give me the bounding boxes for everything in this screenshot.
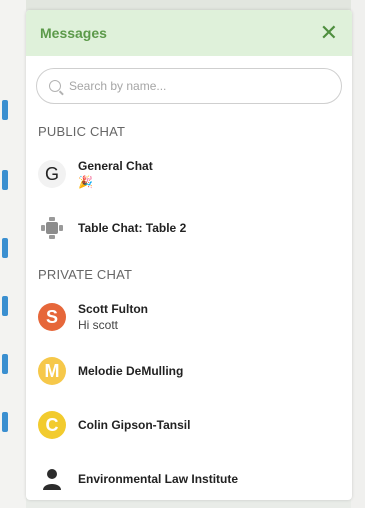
search-placeholder: Search by name... (69, 79, 167, 93)
chat-item-text: Colin Gipson-Tansil (78, 418, 190, 432)
avatar-letter: S (45, 306, 58, 327)
avatar: M (38, 357, 66, 385)
background-marker (2, 412, 8, 432)
search-input[interactable]: Search by name... (36, 68, 342, 104)
background-marker (2, 296, 8, 316)
chat-name: General Chat (78, 159, 153, 173)
avatar-letter: C (45, 414, 59, 435)
chat-name: Scott Fulton (78, 302, 148, 316)
chat-item-text: General Chat 🎉 (78, 159, 153, 189)
chat-item-table[interactable]: Table Chat: Table 2 (26, 201, 352, 255)
avatar-letter: M (44, 360, 60, 381)
panel-header: Messages ✕ (26, 10, 352, 56)
chat-name: Table Chat: Table 2 (78, 221, 187, 235)
chat-preview: 🎉 (78, 175, 93, 189)
chat-name: Colin Gipson-Tansil (78, 418, 191, 432)
background-marker (2, 238, 8, 258)
chat-preview: Hi scott (78, 318, 119, 332)
section-title-public: PUBLIC CHAT (38, 124, 126, 139)
chat-item-text: Environmental Law Institute (78, 472, 238, 486)
avatar: G (38, 160, 66, 188)
chat-item-text: Melodie DeMulling (78, 364, 183, 378)
search-icon (49, 80, 61, 92)
avatar: S (38, 303, 66, 331)
section-title-private: PRIVATE CHAT (38, 267, 133, 282)
background-top (0, 0, 365, 10)
chat-item-scott[interactable]: S Scott Fulton Hi scott (26, 290, 352, 344)
chat-item-general[interactable]: G General Chat 🎉 (26, 147, 352, 201)
chat-item-text: Scott Fulton Hi scott (78, 302, 148, 332)
avatar-letter: G (44, 163, 59, 184)
background-marker (2, 170, 8, 190)
close-icon[interactable]: ✕ (320, 22, 338, 44)
messages-panel: Messages ✕ Search by name... PUBLIC CHAT… (26, 10, 352, 500)
chat-name: Melodie DeMulling (78, 364, 184, 378)
avatar: C (38, 411, 66, 439)
person-icon (38, 465, 66, 493)
table-icon (38, 214, 66, 242)
chat-item-eli[interactable]: Environmental Law Institute (26, 452, 352, 500)
panel-title: Messages (40, 25, 107, 41)
chat-item-text: Table Chat: Table 2 (78, 221, 186, 235)
chat-item-melodie[interactable]: M Melodie DeMulling (26, 344, 352, 398)
background-marker (2, 100, 8, 120)
search-wrapper: Search by name... (26, 56, 352, 112)
chat-name: Environmental Law Institute (78, 472, 239, 486)
chat-item-colin[interactable]: C Colin Gipson-Tansil (26, 398, 352, 452)
background-marker (2, 354, 8, 374)
background-right-strip (351, 0, 365, 508)
background-left-strip (0, 0, 26, 508)
